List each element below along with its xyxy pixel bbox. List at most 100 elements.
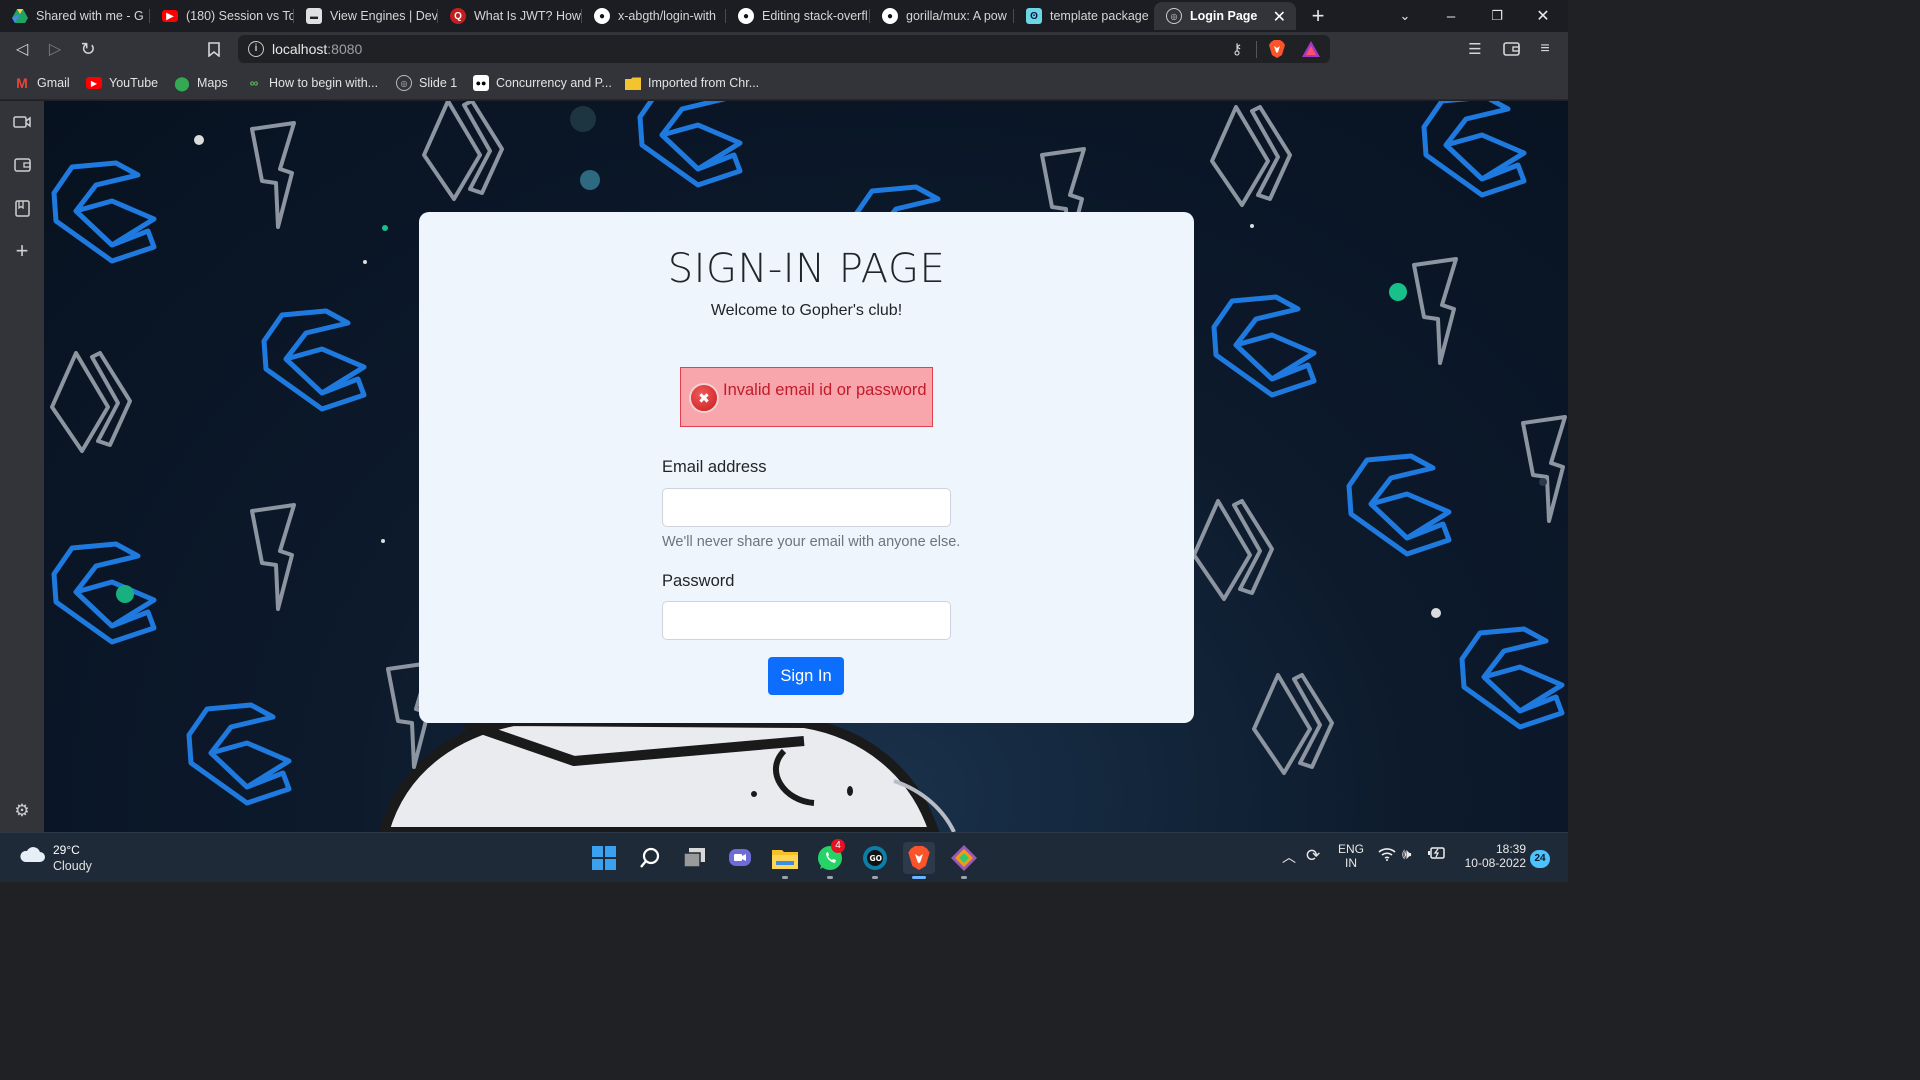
- tab-what-is-jwt[interactable]: Q What Is JWT? How: [438, 2, 582, 30]
- reload-icon[interactable]: ↻: [75, 36, 101, 62]
- git-gui-icon[interactable]: [948, 842, 980, 879]
- windows-start-icon[interactable]: [588, 842, 620, 874]
- bookmark-label: How to begin with...: [269, 76, 379, 90]
- clock[interactable]: 18:39 10-08-2022: [1460, 842, 1526, 870]
- tab-label: What Is JWT? How: [474, 9, 581, 23]
- quora-icon: Q: [450, 8, 466, 24]
- email-label: Email address: [662, 458, 767, 476]
- wifi-icon[interactable]: [1378, 847, 1396, 865]
- medium-icon: ●●: [473, 75, 489, 91]
- bookmark-icon[interactable]: [201, 36, 227, 62]
- tab-login-page[interactable]: ◎ Login Page ✕: [1154, 2, 1296, 30]
- bookmark-label: Maps: [197, 76, 228, 90]
- page-viewport: SIGN-IN PAGE Welcome to Gopher's club! ✖…: [44, 101, 1568, 832]
- language-indicator[interactable]: ENG IN: [1336, 842, 1366, 870]
- language-code: ENG: [1337, 842, 1364, 856]
- close-window-icon[interactable]: ✕: [1520, 0, 1566, 32]
- running-indicator: [782, 876, 788, 879]
- tab-editing-stack-overflow[interactable]: ● Editing stack-overfl: [726, 2, 870, 30]
- notification-count-badge[interactable]: 24: [1530, 850, 1550, 868]
- welcome-text: Welcome to Gopher's club!: [710, 302, 903, 319]
- password-label: Password: [662, 572, 735, 590]
- github-icon: ●: [882, 8, 898, 24]
- wallet-icon[interactable]: [1498, 36, 1524, 62]
- brave-shields-icon[interactable]: [1264, 36, 1290, 62]
- bookmark-label: Gmail: [37, 76, 70, 90]
- teams-chat-icon[interactable]: [724, 842, 756, 874]
- new-tab-button[interactable]: +: [1296, 0, 1340, 32]
- address-bar[interactable]: i localhost:8080 ⚷: [238, 35, 1330, 63]
- volume-icon[interactable]: 🕪: [1402, 846, 1411, 863]
- tab-gorilla-mux[interactable]: ● gorilla/mux: A pow: [870, 2, 1014, 30]
- tab-view-engines[interactable]: ▬ View Engines | Dev: [294, 2, 438, 30]
- tab-youtube-session[interactable]: ▶ (180) Session vs Tok: [150, 2, 294, 30]
- task-view-icon[interactable]: [679, 842, 711, 874]
- browser-toolbar: ◁ ▷ ↻ i localhost:8080 ⚷ ☰ ≡: [0, 32, 1568, 66]
- tab-label: Editing stack-overfl: [762, 9, 868, 23]
- bookmark-gmail[interactable]: M Gmail: [14, 74, 70, 92]
- wallet-icon[interactable]: [9, 152, 35, 178]
- back-icon[interactable]: ◁: [9, 36, 35, 62]
- add-icon[interactable]: +: [9, 238, 35, 264]
- gopher-icon: ʘ: [1026, 8, 1042, 24]
- error-message: Invalid email id or password: [723, 381, 927, 399]
- menu-icon[interactable]: ≡: [1532, 36, 1558, 62]
- tab-search-chevron-icon[interactable]: ⌄: [1382, 0, 1428, 32]
- windows-taskbar: 29°C Cloudy 4 GO ︿ ⟳ ENG IN 🕪 18:39 10-0…: [0, 832, 1568, 882]
- battery-icon[interactable]: [1428, 846, 1446, 863]
- restore-icon[interactable]: ❐: [1474, 0, 1520, 32]
- show-hidden-icons-chevron-icon[interactable]: ︿: [1282, 847, 1296, 867]
- browser-sidebar: + ⚙: [0, 101, 44, 832]
- reading-list-icon[interactable]: [9, 195, 35, 221]
- date-text: 10-08-2022: [1464, 856, 1526, 870]
- gopher-collar-illustration: [378, 715, 956, 832]
- page-title: SIGN-IN PAGE: [667, 246, 946, 292]
- running-indicator: [872, 876, 878, 879]
- bookmark-youtube[interactable]: ▶ YouTube: [86, 74, 158, 92]
- tab-label: Login Page: [1190, 9, 1258, 23]
- video-icon[interactable]: [9, 109, 35, 135]
- email-input[interactable]: [662, 488, 951, 527]
- cloud-icon[interactable]: [18, 845, 46, 868]
- notification-badge: 4: [831, 839, 845, 853]
- forward-icon[interactable]: ▷: [42, 36, 68, 62]
- whatsapp-icon[interactable]: 4: [814, 839, 846, 879]
- bookmark-slide-1[interactable]: ◎ Slide 1: [396, 74, 457, 92]
- sign-in-button[interactable]: Sign In: [768, 657, 844, 695]
- bookmark-maps[interactable]: ⬤ Maps: [174, 74, 228, 92]
- running-indicator: [827, 876, 833, 879]
- tab-login-with[interactable]: ● x-abgth/login-with: [582, 2, 726, 30]
- password-input[interactable]: [662, 601, 951, 640]
- playlist-icon[interactable]: ☰: [1462, 36, 1488, 62]
- time-text: 18:39: [1495, 842, 1526, 856]
- brave-rewards-icon[interactable]: [1298, 36, 1324, 62]
- tab-label: Shared with me - G: [36, 9, 144, 23]
- goland-icon[interactable]: GO: [859, 842, 891, 879]
- file-explorer-icon[interactable]: [769, 842, 801, 879]
- bookmark-imported-from-chrome[interactable]: Imported from Chr...: [625, 74, 759, 92]
- globe-icon: ◎: [1166, 8, 1182, 24]
- settings-gear-icon[interactable]: ⚙: [9, 798, 35, 824]
- weather-temp: 29°C: [53, 843, 80, 857]
- brave-browser-icon[interactable]: [903, 842, 935, 879]
- site-info-icon[interactable]: i: [248, 41, 264, 57]
- bookmark-how-to-begin[interactable]: ∞ How to begin with...: [246, 74, 378, 92]
- tab-template-package[interactable]: ʘ template package: [1014, 2, 1154, 30]
- devto-icon: ▬: [306, 8, 322, 24]
- error-x-icon: ✖: [689, 383, 719, 413]
- tab-shared-with-me[interactable]: Shared with me - G: [0, 2, 150, 30]
- minimize-icon[interactable]: –: [1428, 0, 1474, 32]
- search-icon[interactable]: [634, 842, 666, 874]
- folder-icon: [625, 75, 641, 91]
- youtube-icon: ▶: [86, 77, 102, 89]
- key-icon[interactable]: ⚷: [1224, 36, 1250, 62]
- svg-text:GO: GO: [870, 854, 883, 863]
- close-tab-icon[interactable]: ✕: [1273, 7, 1286, 27]
- link-icon: ∞: [249, 76, 259, 90]
- youtube-icon: ▶: [162, 10, 178, 22]
- email-help-text: We'll never share your email with anyone…: [662, 534, 961, 550]
- bookmark-concurrency[interactable]: ●● Concurrency and P...: [473, 74, 612, 92]
- running-indicator: [961, 876, 967, 879]
- bookmark-label: Concurrency and P...: [496, 76, 612, 90]
- sync-icon[interactable]: ⟳: [1306, 846, 1320, 866]
